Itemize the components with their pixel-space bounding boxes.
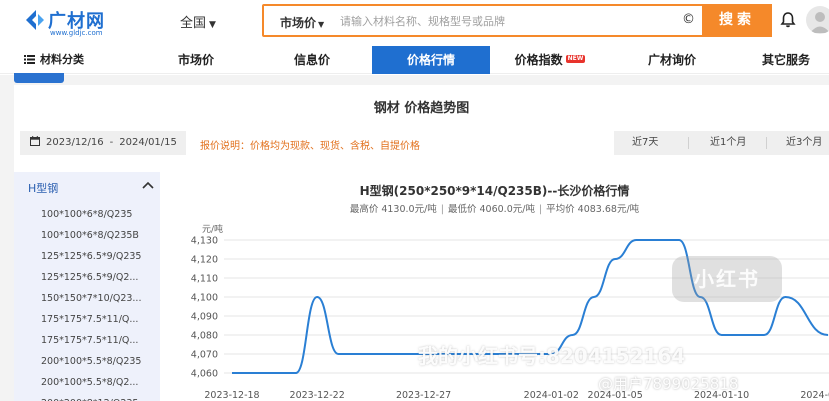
bell-icon[interactable] — [779, 11, 797, 29]
date-end: 2024/01/15 — [119, 137, 177, 148]
copyright-icon[interactable]: © — [682, 12, 695, 27]
nav-item-label: 广材询价 — [647, 53, 696, 67]
y-tick-label: 4,130 — [191, 236, 218, 247]
search-bar: 市场价▼ © 搜索 — [262, 4, 772, 37]
nav-item-label: 其它服务 — [761, 53, 810, 67]
range-3-months-button[interactable]: 近3个月 — [786, 131, 822, 155]
y-tick-label: 4,100 — [191, 293, 218, 304]
y-tick-label: 4,080 — [191, 331, 218, 342]
date-start: 2023/12/16 — [46, 137, 104, 148]
price-note: 报价说明：价格均为现款、现货、含税、自提价格 — [200, 141, 420, 152]
divider — [766, 137, 767, 149]
top-header: 广材网 www.gldjc.com 全国▼ 市场价▼ © 搜索 — [0, 0, 829, 44]
page: 广材网 www.gldjc.com 全国▼ 市场价▼ © 搜索 — [0, 0, 829, 401]
sidebar-item[interactable]: 175*175*7.5*11/Q... — [14, 330, 160, 351]
avatar[interactable] — [806, 6, 829, 34]
sidebar-item[interactable]: 200*100*5.5*8/Q2... — [14, 372, 160, 393]
nav-category-menu[interactable]: 材料分类 — [24, 46, 104, 74]
range-selector: 近7天 近1个月 近3个月 — [614, 131, 829, 155]
nav-item-info-price[interactable]: 信息价 — [262, 46, 362, 74]
sidebar-list: 100*100*6*8/Q235 100*100*6*8/Q235B 125*1… — [14, 204, 160, 401]
main-nav: 材料分类 市场价 信息价 价格行情 价格指数 NEW 广材询价 其它服务 — [0, 46, 829, 74]
watermark-weibo: @用户7899025818 — [598, 375, 739, 393]
logo-subtext: www.gldjc.com — [50, 29, 103, 37]
search-type-label: 市场价 — [280, 16, 317, 30]
sidebar-item[interactable]: 125*125*6.5*9/Q2... — [14, 267, 160, 288]
filter-bar: 2023/12/16-2024/01/15 报价说明：价格均为现款、现货、含税、… — [20, 131, 829, 157]
site-logo[interactable]: 广材网 www.gldjc.com — [24, 6, 134, 38]
nav-item-price-trend[interactable]: 价格行情 — [372, 46, 490, 74]
user-icon — [810, 12, 829, 33]
search-type-dropdown[interactable]: 市场价 ▼ — [280, 14, 324, 31]
sidebar-item[interactable]: 175*175*7.5*11/Q... — [14, 309, 160, 330]
search-button[interactable]: 搜索 — [702, 4, 772, 37]
sidebar-item[interactable]: 100*100*6*8/Q235 — [14, 204, 160, 225]
sidebar-item[interactable]: 100*100*6*8/Q235B — [14, 225, 160, 246]
sidebar-item[interactable]: 125*125*6.5*9/Q235 — [14, 246, 160, 267]
x-tick-label: 2024-01-02 — [524, 390, 579, 401]
x-tick-label: 2024-01-15 — [800, 390, 829, 401]
new-badge: NEW — [565, 55, 586, 63]
nav-item-label: 信息价 — [293, 53, 330, 67]
y-tick-label: 4,110 — [191, 274, 218, 285]
sidebar-item[interactable]: 200*100*5.5*8/Q235 — [14, 351, 160, 372]
caret-down-icon: ▼ — [318, 20, 325, 29]
date-separator: - — [109, 137, 114, 148]
divider — [688, 137, 689, 149]
sidebar-heading[interactable]: H型钢 — [28, 180, 58, 196]
nav-item-inquiry[interactable]: 广材询价 — [622, 46, 722, 74]
x-tick-label: 2023-12-18 — [204, 390, 259, 401]
caret-down-icon: ▼ — [209, 20, 216, 30]
y-axis-label: 元/吨 — [202, 223, 223, 235]
sidebar-item[interactable]: 200*200*8*12/Q235 — [14, 393, 160, 401]
subtab-active-indicator[interactable] — [14, 73, 64, 83]
watermark-id-line: 我的小红书号:8204152164 — [418, 344, 686, 368]
y-tick-label: 4,060 — [191, 369, 218, 380]
nav-item-other-services[interactable]: 其它服务 — [746, 46, 826, 74]
nav-item-label: 价格行情 — [406, 53, 455, 67]
range-7-days-button[interactable]: 近7天 — [632, 131, 658, 155]
nav-item-price-index[interactable]: 价格指数 NEW — [500, 46, 600, 74]
x-tick-label: 2023-12-22 — [290, 390, 345, 401]
logo-icon — [26, 10, 44, 30]
spec-sidebar: H型钢 100*100*6*8/Q235 100*100*6*8/Q235B 1… — [14, 172, 160, 401]
calendar-icon — [30, 136, 40, 146]
nav-category-label: 材料分类 — [40, 53, 84, 66]
y-tick-label: 4,090 — [191, 312, 218, 323]
page-title: 钢材 价格趋势图 — [373, 101, 470, 116]
nav-item-label: 市场价 — [177, 53, 214, 67]
search-input[interactable] — [340, 10, 680, 32]
nav-item-market-price[interactable]: 市场价 — [148, 46, 244, 74]
y-tick-label: 4,070 — [191, 350, 218, 361]
nav-item-label: 价格指数 — [514, 53, 563, 67]
region-label: 全国 — [180, 16, 207, 31]
chevron-up-icon[interactable] — [142, 180, 154, 190]
menu-icon — [24, 55, 35, 64]
content-area: 钢材 价格趋势图 2023/12/16-2024/01/15 报价说明：价格均为… — [0, 73, 829, 401]
xiaohongshu-watermark: 小红书 — [672, 256, 782, 302]
date-range-picker[interactable]: 2023/12/16-2024/01/15 — [20, 131, 186, 155]
sidebar-item[interactable]: 150*150*7*10/Q23... — [14, 288, 160, 309]
x-tick-label: 2023-12-27 — [396, 390, 451, 401]
region-selector[interactable]: 全国 ▼ — [180, 12, 216, 31]
range-1-month-button[interactable]: 近1个月 — [710, 131, 746, 155]
y-tick-label: 4,120 — [191, 255, 218, 266]
